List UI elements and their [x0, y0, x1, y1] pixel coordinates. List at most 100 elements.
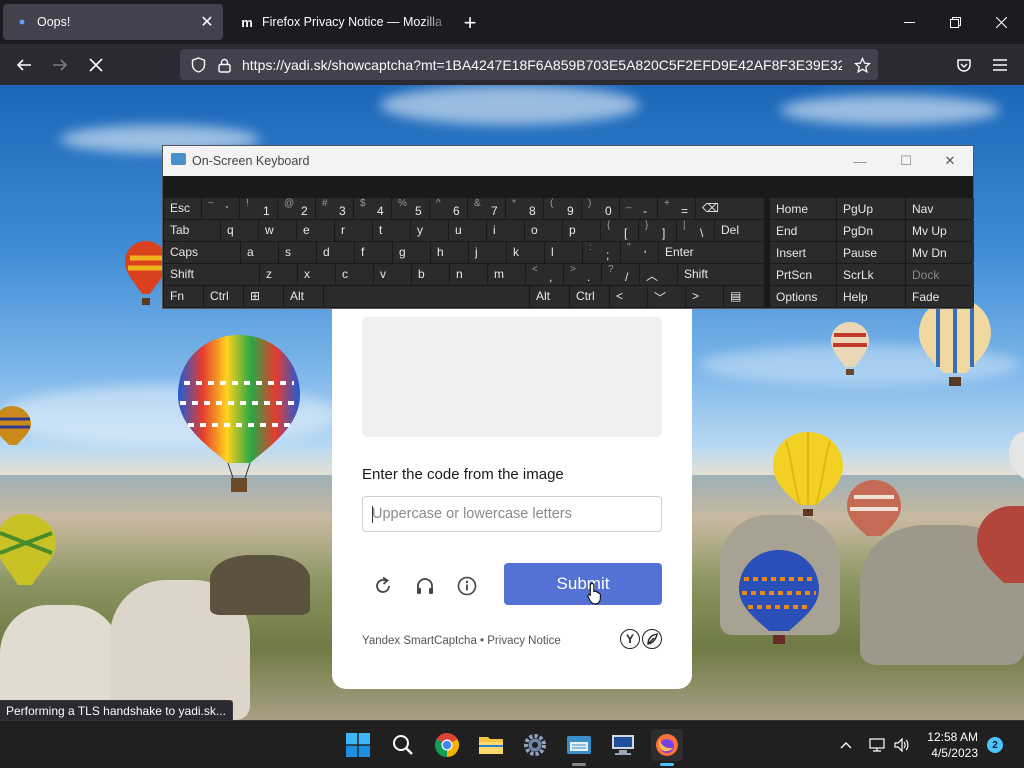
refresh-button[interactable]: [369, 572, 397, 600]
submit-button[interactable]: Submit: [504, 563, 662, 605]
key-p[interactable]: p: [563, 220, 600, 241]
key-/[interactable]: ? /: [602, 264, 639, 285]
key-u[interactable]: u: [449, 220, 486, 241]
taskbar-file-explorer[interactable]: [475, 729, 507, 761]
taskbar-chrome[interactable]: [431, 729, 463, 761]
key-q[interactable]: q: [221, 220, 258, 241]
key-shift[interactable]: Shift: [678, 264, 764, 285]
key-fade[interactable]: Fade: [906, 286, 974, 307]
taskbar-on-screen-keyboard[interactable]: [563, 729, 595, 766]
key-s[interactable]: s: [279, 242, 316, 263]
key-scrlk[interactable]: ScrLk: [837, 264, 905, 285]
key-c[interactable]: c: [336, 264, 373, 285]
network-status[interactable]: [867, 735, 887, 755]
key-help[interactable]: Help: [837, 286, 905, 307]
key-f[interactable]: f: [355, 242, 392, 263]
key-symbol[interactable]: >: [686, 286, 723, 307]
key-8[interactable]: * 8: [506, 198, 543, 219]
key-tab[interactable]: Tab: [164, 220, 220, 241]
key-.[interactable]: >.: [564, 264, 601, 285]
key-z[interactable]: z: [260, 264, 297, 285]
key-symbol[interactable]: ︿: [640, 264, 677, 285]
key-j[interactable]: j: [469, 242, 506, 263]
key-b[interactable]: b: [412, 264, 449, 285]
key-mv-dn[interactable]: Mv Dn: [906, 242, 974, 263]
close-window-button[interactable]: [978, 0, 1024, 44]
key-g[interactable]: g: [393, 242, 430, 263]
taskbar-remote-desktop[interactable]: [607, 729, 639, 761]
restore-button[interactable]: [932, 0, 978, 44]
key-=[interactable]: + =: [658, 198, 695, 219]
key-nav[interactable]: Nav: [906, 198, 974, 219]
minimize-button[interactable]: [886, 0, 932, 44]
key-enter[interactable]: Enter: [659, 242, 764, 263]
osk-minimize-button[interactable]: —: [837, 146, 883, 176]
key-][interactable]: }]: [639, 220, 676, 241]
key-alt[interactable]: Alt: [284, 286, 323, 307]
key-space[interactable]: [324, 286, 529, 307]
key-3[interactable]: #3: [316, 198, 353, 219]
key-w[interactable]: w: [259, 220, 296, 241]
show-hidden-icons[interactable]: [836, 735, 856, 755]
key-i[interactable]: i: [487, 220, 524, 241]
key-\[interactable]: | \: [677, 220, 714, 241]
tab-oops[interactable]: Oops! ✕: [3, 4, 223, 40]
key-7[interactable]: & 7: [468, 198, 505, 219]
taskbar-firefox[interactable]: [651, 729, 683, 766]
menu-button[interactable]: [985, 50, 1015, 80]
key-dock[interactable]: Dock: [906, 264, 974, 285]
key-pgdn[interactable]: PgDn: [837, 220, 905, 241]
key-r[interactable]: r: [335, 220, 372, 241]
key-k[interactable]: k: [507, 242, 544, 263]
key-h[interactable]: h: [431, 242, 468, 263]
new-tab-button[interactable]: +: [456, 9, 484, 37]
key-shift[interactable]: Shift: [164, 264, 259, 285]
key-options[interactable]: Options: [770, 286, 836, 307]
shield-icon[interactable]: [188, 55, 208, 75]
captcha-input[interactable]: [362, 496, 662, 532]
key-x[interactable]: x: [298, 264, 335, 285]
key--[interactable]: _ -: [620, 198, 657, 219]
osk-close-button[interactable]: ✕: [927, 146, 973, 176]
key-v[interactable]: v: [374, 264, 411, 285]
key-'[interactable]: " ': [621, 242, 658, 263]
key-o[interactable]: o: [525, 220, 562, 241]
key-t[interactable]: t: [373, 220, 410, 241]
key-n[interactable]: n: [450, 264, 487, 285]
forward-button[interactable]: [45, 50, 75, 80]
key-fn[interactable]: Fn: [164, 286, 203, 307]
key-6[interactable]: ^ 6: [430, 198, 467, 219]
key-1[interactable]: ! 1: [240, 198, 277, 219]
url-bar[interactable]: [180, 49, 878, 80]
key-a[interactable]: a: [241, 242, 278, 263]
key-ctrl[interactable]: Ctrl: [204, 286, 243, 307]
pocket-button[interactable]: [949, 50, 979, 80]
key-alt[interactable]: Alt: [530, 286, 569, 307]
key-`[interactable]: ~ `: [202, 198, 239, 219]
lock-icon[interactable]: [214, 55, 234, 75]
bookmark-star-icon[interactable]: [852, 55, 872, 75]
taskbar-search[interactable]: [387, 729, 419, 761]
start-button[interactable]: [342, 729, 374, 761]
key-insert[interactable]: Insert: [770, 242, 836, 263]
key-;[interactable]: :;: [583, 242, 620, 263]
key-symbol[interactable]: ⌫: [696, 198, 764, 219]
osk-maximize-button[interactable]: ☐: [883, 146, 929, 176]
key-l[interactable]: l: [545, 242, 582, 263]
key-0[interactable]: ) 0: [582, 198, 619, 219]
key-end[interactable]: End: [770, 220, 836, 241]
key-5[interactable]: % 5: [392, 198, 429, 219]
key-[[interactable]: {[: [601, 220, 638, 241]
key-d[interactable]: d: [317, 242, 354, 263]
key-4[interactable]: $4: [354, 198, 391, 219]
key-mv-up[interactable]: Mv Up: [906, 220, 974, 241]
system-clock[interactable]: 12:58 AM 4/5/2023: [920, 729, 978, 761]
audio-button[interactable]: [411, 572, 439, 600]
back-button[interactable]: [9, 50, 39, 80]
key-esc[interactable]: Esc: [164, 198, 201, 219]
key-2[interactable]: @2: [278, 198, 315, 219]
key-home[interactable]: Home: [770, 198, 836, 219]
key-symbol[interactable]: ⊞: [244, 286, 283, 307]
key-symbol[interactable]: ﹀: [648, 286, 685, 307]
key-pgup[interactable]: PgUp: [837, 198, 905, 219]
